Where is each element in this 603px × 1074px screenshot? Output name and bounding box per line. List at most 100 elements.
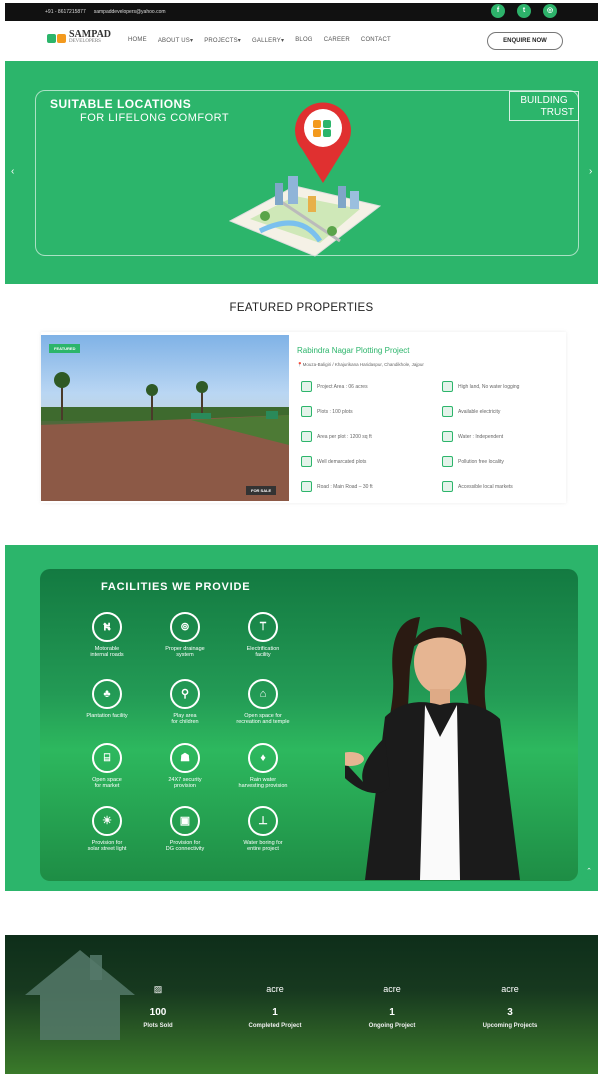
feature-text: Accessible local markets [458,483,513,490]
facility-item: ⊥ Water boring for entire project [228,806,298,852]
building-trust-badge: BUILDING TRUST [509,91,579,121]
nav-contact[interactable]: CONTACT [361,37,391,44]
featured-tag: FEATURED [49,344,81,353]
stat-ongoing: acre 1 Ongoing Project [342,977,442,1029]
stat-label: Ongoing Project [368,1023,416,1029]
facility-item: ⌂ Open space for recreation and temple [228,679,298,725]
facility-item: ⌸ Open space for market [72,743,142,789]
nav-blog[interactable]: BLOG [295,37,312,44]
feature-text: Project Area : 06 acres [317,383,368,390]
email-text[interactable]: sampaddevelopers@yahoo.com [94,9,166,15]
electricity-icon [442,406,453,417]
feature-item: Accessible local markets [442,481,513,492]
area-icon [301,381,312,392]
tree-icon: ♣ [92,679,122,709]
drainage-icon: ⊚ [170,612,200,642]
facility-item: ⚲ Play area for children [150,679,220,725]
twitter-icon[interactable]: t [517,4,531,18]
facility-label: internal roads [90,652,124,658]
property-location: 📍Mouza-Baligiri / Khajurikana Haridaspur… [297,362,424,368]
brand-logo[interactable]: SAMPAD DEVELOPERS [47,30,111,45]
feature-text: Well demarcated plots [317,458,367,465]
plot-icon: ▨ [153,984,163,994]
acre-icon: acre [266,984,284,994]
facility-label: for children [171,719,199,725]
facility-item: ♣ Plantation facility [72,679,142,719]
temple-icon: ⌂ [248,679,278,709]
property-photo[interactable]: FEATURED FOR SALE [41,335,289,501]
location-text: Mouza-Baligiri / Khajurikana Haridaspur,… [302,362,424,367]
facility-label: facility [255,652,271,658]
slider-prev-icon[interactable]: ‹ [11,166,14,177]
security-icon: ☗ [170,743,200,773]
facility-label: harvesting provision [238,783,288,789]
feature-text: Available electricity [458,408,501,415]
facebook-icon[interactable]: f [491,4,505,18]
facility-item: ⊚ Proper drainage system [150,612,220,658]
nav-gallery[interactable]: GALLERY▾ [252,37,284,44]
generator-icon: ▣ [170,806,200,836]
facility-label: solar street light [87,846,127,852]
facility-item: ⟙ Electrification facility [228,612,298,658]
slider-next-icon[interactable]: › [589,166,592,177]
logo-mark-orange [57,33,66,43]
stat-label: Plots Sold [143,1023,173,1029]
land-icon [442,381,453,392]
stat-number: 100 [149,1007,167,1018]
feature-item: Pollution free locality [442,456,504,467]
facility-label: DG connectivity [165,846,205,852]
demarcation-icon [301,456,312,467]
nav-about[interactable]: ABOUT US▾ [158,37,193,44]
menu: HOME ABOUT US▾ PROJECTS▾ GALLERY▾ BLOG C… [128,37,402,44]
feature-item: Area per plot : 1200 sq ft [301,431,372,442]
for-sale-tag: FOR SALE [246,486,277,495]
feature-item: Project Area : 06 acres [301,381,368,392]
road-icon [301,481,312,492]
facility-item: ☗ 24X7 security provision [150,743,220,789]
hero-title-line1: SUITABLE LOCATIONS [50,97,192,111]
acre-icon: acre [383,984,401,994]
feature-item: High land, No water logging [442,381,519,392]
water-drop-icon: ♦ [248,743,278,773]
electric-pole-icon: ⟙ [248,612,278,642]
feature-item: Water : Independent [442,431,503,442]
scroll-top-button[interactable]: ⌃ [581,864,597,880]
nav-career[interactable]: CAREER [324,37,350,44]
stat-number: 3 [507,1007,513,1018]
nav-home[interactable]: HOME [128,37,147,44]
stat-completed: acre 1 Completed Project [225,977,325,1029]
logo-mark-green [47,33,56,43]
instagram-icon[interactable]: ◎ [543,4,557,18]
pollution-free-icon [442,456,453,467]
plot-area-icon [301,431,312,442]
facility-label: provision [173,783,196,789]
stat-upcoming: acre 3 Upcoming Projects [460,977,560,1029]
top-bar: +91 - 8617215877 sampaddevelopers@yahoo.… [5,3,598,21]
stat-label: Upcoming Projects [482,1023,538,1029]
feature-item: Well demarcated plots [301,456,366,467]
stat-label: Completed Project [248,1023,302,1029]
hero-slider: SUITABLE LOCATIONS FOR LIFELONG COMFORT … [5,61,598,284]
featured-heading: FEATURED PROPERTIES [229,302,374,314]
facility-item: ⛕ Motorable internal roads [72,612,142,658]
property-scene [41,372,289,501]
nav-projects[interactable]: PROJECTS▾ [204,37,241,44]
property-title[interactable]: Rabindra Nagar Plotting Project [297,346,410,355]
feature-text: Water : Independent [458,433,504,440]
playground-icon: ⚲ [170,679,200,709]
feature-text: High land, No water logging [458,383,520,390]
enquire-now-button[interactable]: ENQUIRE NOW [487,32,563,50]
facility-label: entire project [247,846,279,852]
facility-label: for market [94,783,120,789]
plots-icon [301,406,312,417]
phone-text[interactable]: +91 - 8617215877 [45,9,86,15]
water-boring-icon: ⊥ [248,806,278,836]
acre-icon: acre [501,984,519,994]
feature-item: Available electricity [442,406,500,417]
badge-line1: BUILDING [520,95,568,106]
road-icon: ⛕ [92,612,122,642]
stat-number: 1 [272,1007,278,1018]
hero-title-line2: FOR LIFELONG COMFORT [80,112,230,124]
property-card[interactable]: FEATURED FOR SALE Rabindra Nagar Plottin… [41,332,566,503]
map-pin-illustration [228,102,382,257]
